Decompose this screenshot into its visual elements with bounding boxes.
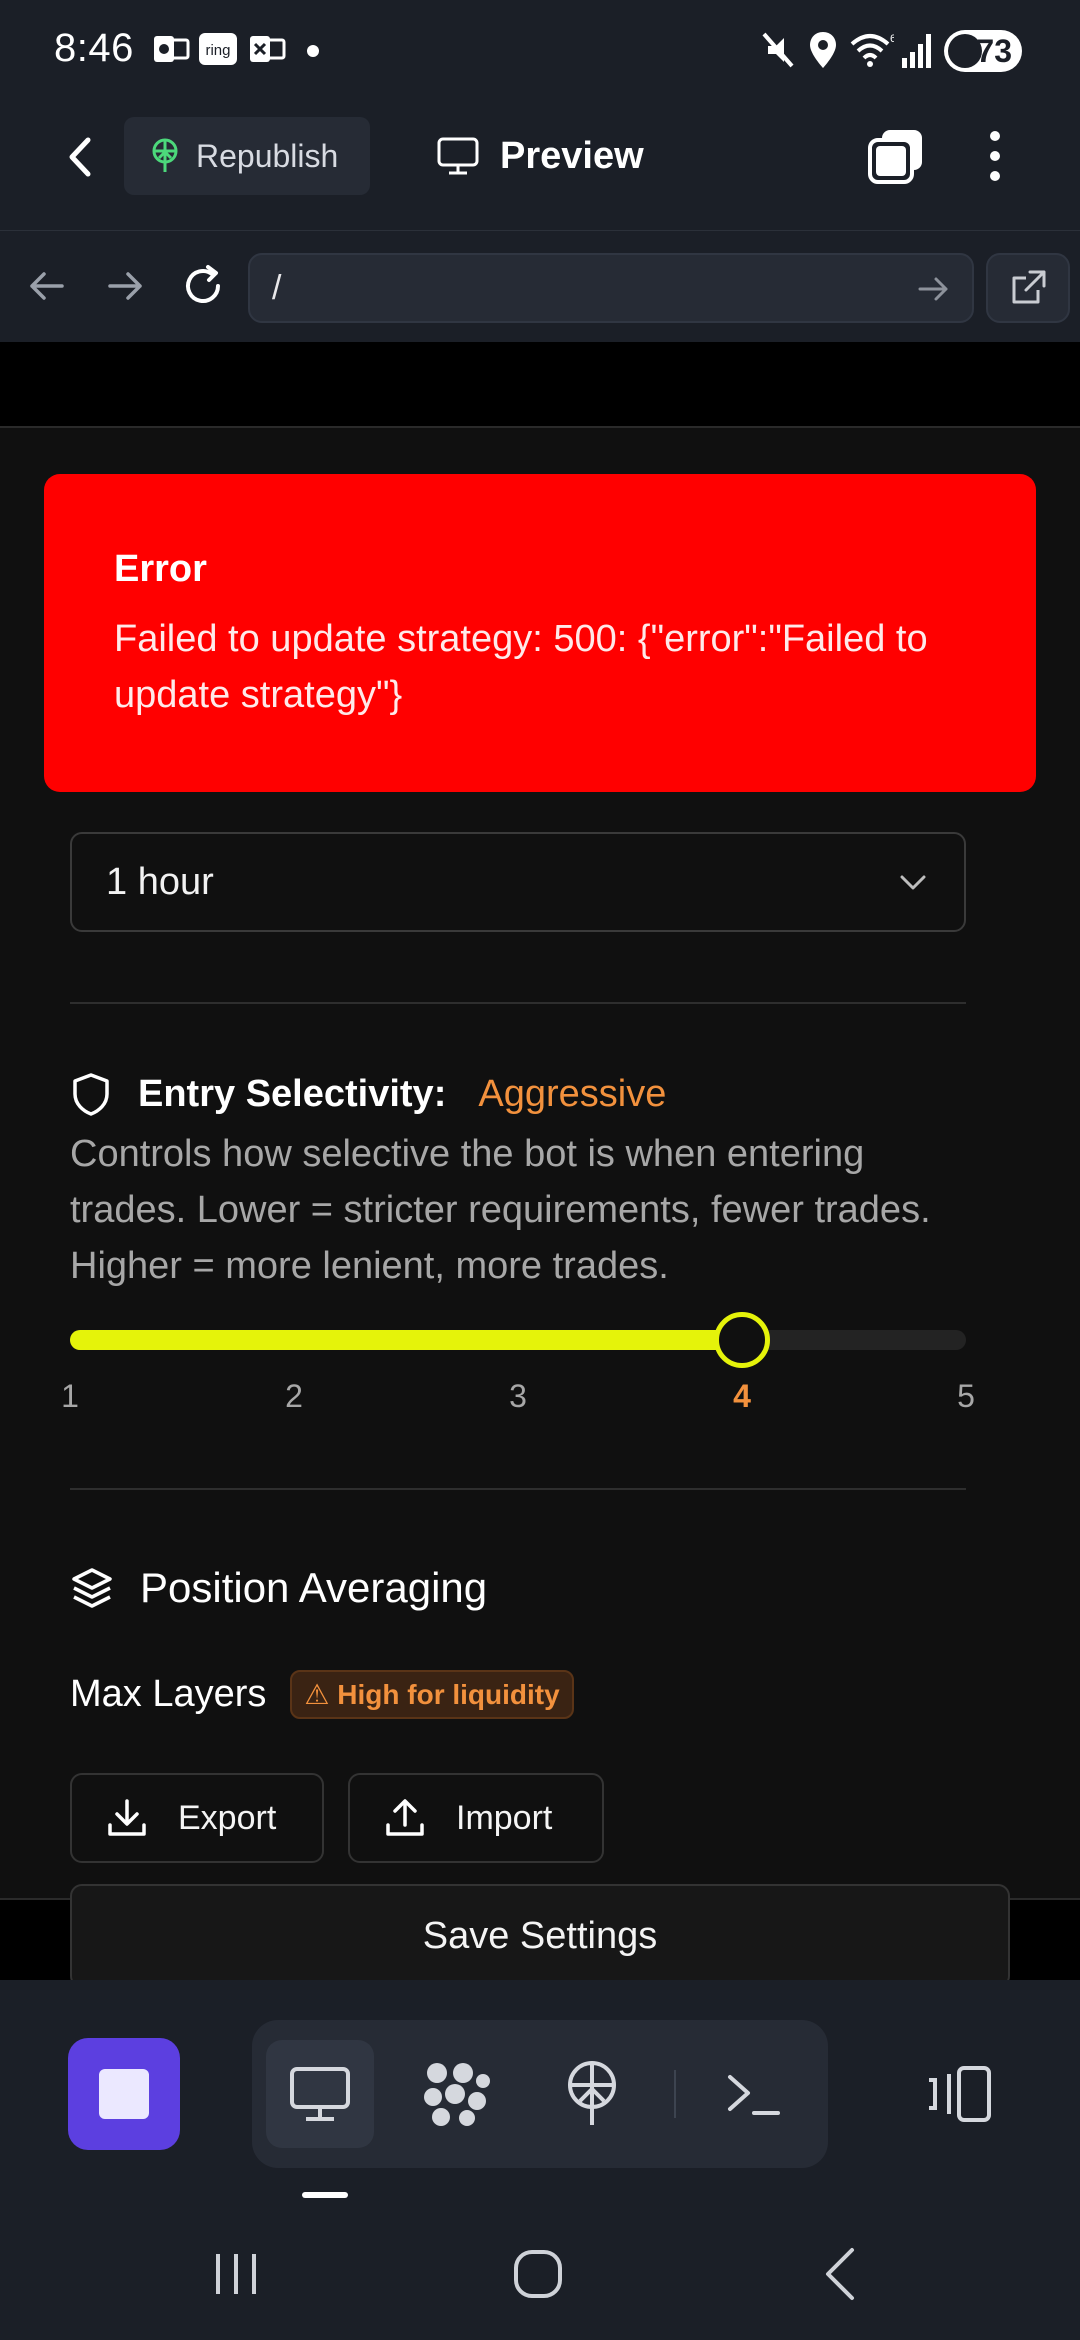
system-back-icon[interactable] (812, 2244, 872, 2304)
timeframe-select[interactable]: 1 hour (70, 832, 966, 932)
shield-icon (73, 1073, 109, 1116)
slider-tick-label: 5 (957, 1378, 975, 1414)
position-averaging-title: Position Averaging (140, 1564, 488, 1611)
slider-tick-label: 1 (61, 1378, 79, 1414)
charging-bolt-icon (948, 34, 982, 68)
external-link-icon (1012, 270, 1046, 304)
save-settings-button[interactable]: Save Settings (70, 1884, 1010, 1988)
upload-icon (386, 1799, 424, 1836)
deploy-icon (152, 138, 178, 172)
mute-icon (762, 32, 794, 68)
svg-text:6: 6 (890, 33, 894, 45)
download-icon (108, 1799, 146, 1836)
go-arrow-icon[interactable] (914, 269, 954, 309)
system-navigation-bar (0, 2204, 1080, 2340)
web-preview: Error Failed to update strategy: 500: {"… (0, 342, 1080, 1988)
bottom-dock (0, 1980, 1080, 2204)
error-message: Failed to update strategy: 500: {"error"… (114, 618, 928, 716)
entry-selectivity-value: Aggressive (478, 1072, 667, 1115)
divider (70, 1488, 966, 1490)
battery-icon: 73 (944, 30, 1022, 72)
dock-workflows-tab[interactable] (402, 2040, 510, 2148)
entry-selectivity-label: Entry Selectivity: (138, 1072, 447, 1115)
signal-icon (902, 34, 931, 68)
outlook-icon (154, 36, 190, 62)
tabs-icon[interactable] (866, 126, 926, 186)
divider (70, 1002, 966, 1004)
status-bar: 8:46 ring 6 73 (0, 0, 1080, 100)
reload-icon[interactable] (178, 261, 228, 311)
nodes-icon (424, 2063, 490, 2126)
position-averaging-heading: Position Averaging (70, 1564, 487, 1612)
export-label: Export (178, 1798, 277, 1837)
save-settings-label: Save Settings (422, 1914, 658, 1957)
ring-icon: ring (199, 33, 237, 65)
error-title: Error (114, 548, 207, 590)
max-layers-row: Max Layers ⚠ High for liquidity (70, 1670, 574, 1719)
slider-thumb[interactable] (714, 1312, 770, 1368)
max-layers-label: Max Layers (70, 1673, 267, 1715)
preview-tab[interactable]: Preview (436, 124, 644, 188)
app-bar: Republish Preview (0, 100, 1080, 230)
settings-panel: Error Failed to update strategy: 500: {"… (0, 426, 1080, 1988)
wifi-icon: 6 (850, 33, 894, 67)
dot-icon (307, 45, 319, 57)
location-icon (810, 32, 836, 68)
entry-selectivity-heading: Entry Selectivity: Aggressive (70, 1072, 666, 1116)
dock-tab-group (252, 2020, 828, 2168)
slider-fill (70, 1330, 742, 1350)
side-panel-icon (929, 2066, 991, 2122)
republish-label: Republish (196, 137, 339, 174)
slider-tick-label: 2 (285, 1378, 303, 1414)
timeframe-value: 1 hour (106, 860, 214, 903)
dock-shell-tab[interactable] (700, 2040, 808, 2148)
dock-separator (674, 2070, 676, 2118)
more-options-icon[interactable] (980, 126, 1010, 186)
nav-back-icon[interactable] (22, 261, 72, 311)
recent-apps-icon[interactable] (206, 2244, 266, 2304)
status-time: 8:46 (54, 26, 134, 70)
nav-forward-icon[interactable] (100, 261, 150, 311)
open-external-button[interactable] (986, 253, 1070, 323)
url-value: / (272, 268, 282, 307)
monitor-icon (437, 137, 479, 175)
deploy-icon (568, 2061, 616, 2125)
chevron-down-icon (900, 875, 926, 890)
entry-selectivity-description: Controls how selective the bot is when e… (70, 1133, 931, 1287)
stop-button[interactable] (68, 2038, 180, 2150)
import-button[interactable]: Import (348, 1773, 604, 1863)
error-toast[interactable]: Error Failed to update strategy: 500: {"… (44, 474, 1036, 792)
terminal-icon (728, 2075, 780, 2115)
dock-deploy-tab[interactable] (538, 2040, 646, 2148)
side-panel-button[interactable] (920, 2044, 1000, 2144)
warning-badge: ⚠ High for liquidity (290, 1670, 574, 1719)
browser-toolbar: / (0, 230, 1080, 342)
teams-icon (250, 36, 286, 62)
import-label: Import (456, 1798, 553, 1837)
slider-tick-label: 4 (733, 1378, 751, 1414)
export-button[interactable]: Export (70, 1773, 324, 1863)
home-icon[interactable] (508, 2244, 568, 2304)
preview-label: Preview (500, 134, 644, 177)
slider-tick-label: 3 (509, 1378, 527, 1414)
entry-selectivity-slider[interactable] (70, 1312, 966, 1368)
url-input[interactable]: / (248, 253, 974, 323)
monitor-icon (290, 2067, 350, 2121)
dock-preview-tab[interactable] (266, 2040, 374, 2148)
layers-icon (72, 1568, 112, 1608)
active-tab-indicator (302, 2192, 348, 2198)
back-arrow-icon[interactable] (56, 132, 106, 182)
republish-button[interactable]: Republish (124, 117, 370, 195)
svg-text:ring: ring (205, 42, 230, 59)
stop-icon (99, 2069, 149, 2119)
